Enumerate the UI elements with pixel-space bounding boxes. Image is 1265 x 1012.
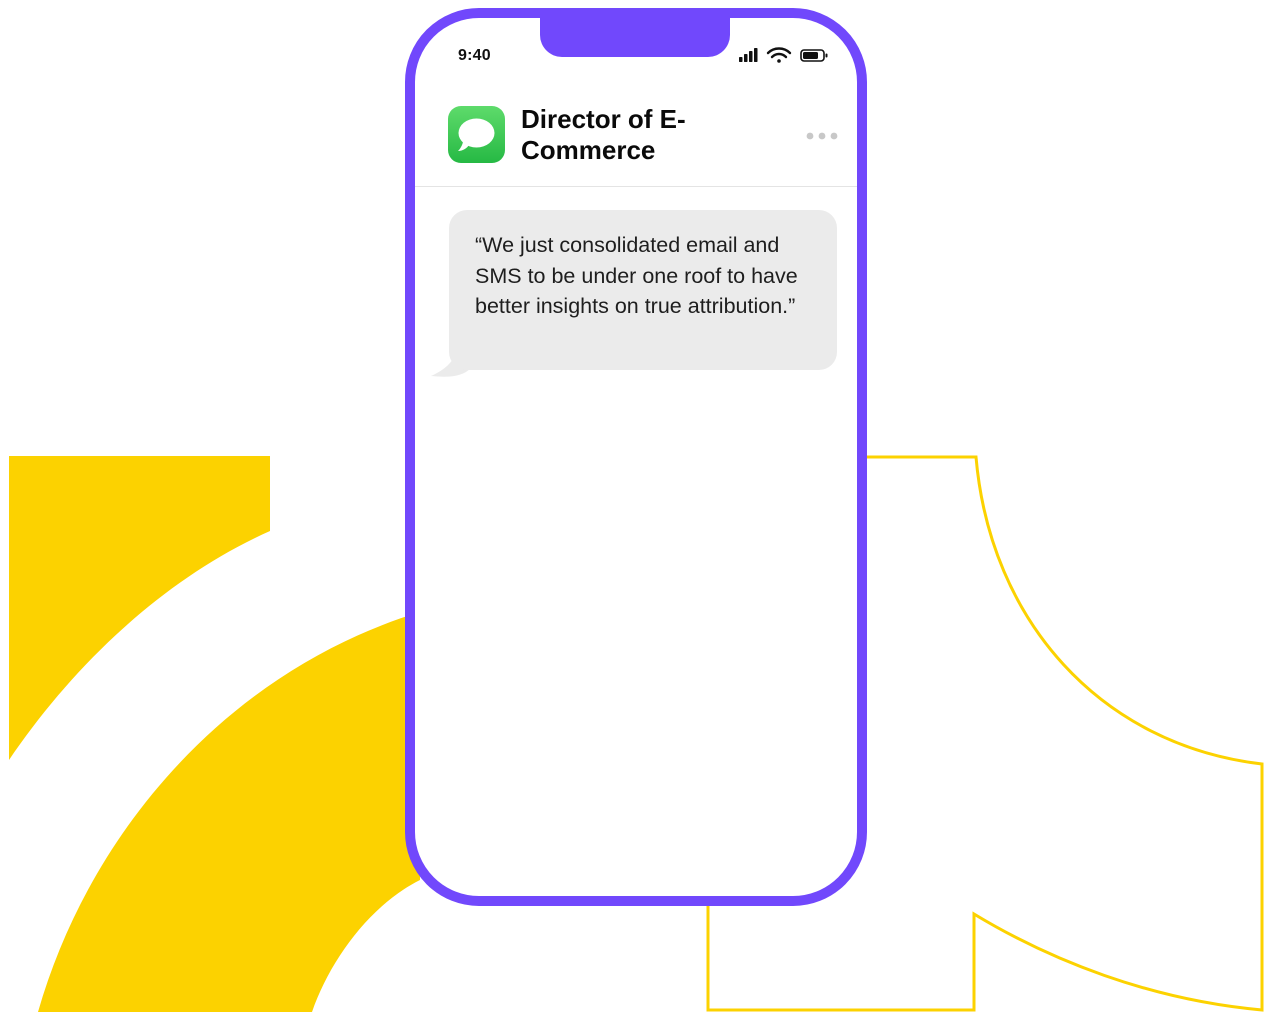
incoming-message-bubble: “We just consolidated email and SMS to b… [449,210,837,370]
contact-name: Director of E-Commerce [521,104,686,165]
yellow-solid-shape [9,456,270,760]
yellow-solid-arc [38,612,420,1012]
battery-icon [800,49,828,62]
phone-frame: 9:40 Director of E-Commerce “We just con… [405,8,867,906]
ellipsis-icon[interactable] [805,130,839,142]
page-canvas: 9:40 Director of E-Commerce “We just con… [0,0,1265,1012]
status-time: 9:40 [458,47,491,64]
messages-app-icon [448,106,505,163]
conversation-header: Director of E-Commerce [415,94,857,187]
wifi-icon [766,47,792,63]
cellular-signal-icon [739,48,758,62]
status-icons [739,47,828,63]
phone-notch [540,18,730,57]
